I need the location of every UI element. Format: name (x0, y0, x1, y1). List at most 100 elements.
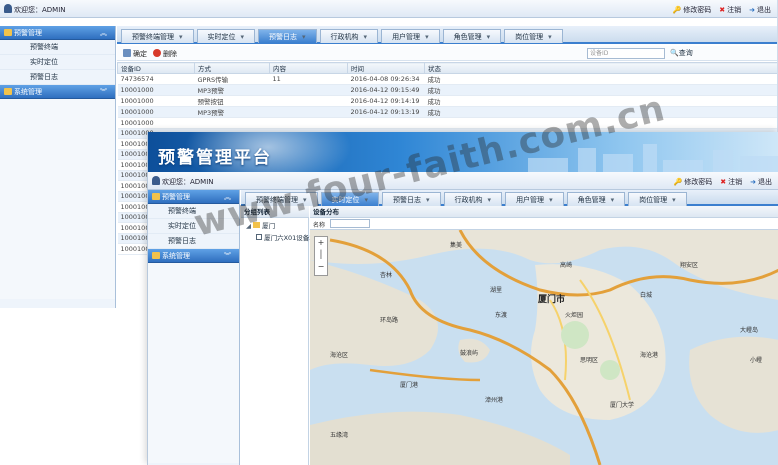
column-header[interactable]: 设备ID (117, 62, 195, 74)
map-label: 厦门港 (400, 382, 419, 389)
map-label: 漳州港 (485, 397, 504, 404)
logout-link[interactable]: ✖ 注销 (719, 5, 741, 15)
table-row[interactable]: 10001000 MP3预警 2016-04-12 09:15:49 成功 (117, 84, 777, 96)
table-cell (269, 106, 348, 118)
skyline (713, 150, 733, 172)
table-cell: 预警按钮 (194, 95, 270, 107)
skyline (663, 160, 703, 172)
xiamen-island (531, 264, 666, 420)
zoom-in-button[interactable]: + (315, 237, 327, 249)
map-label: 小嶝 (750, 357, 763, 364)
dropdown-icon: ▾ (363, 33, 368, 41)
park-area (600, 360, 620, 380)
tab-6[interactable]: 岗位管理 ▾ (504, 29, 563, 43)
close-icon: ✖ (720, 178, 727, 186)
map-label: 翔安区 (680, 262, 699, 269)
map-canvas (310, 230, 778, 465)
table-cell: MP3预警 (194, 84, 270, 96)
sidebar-item-terminal[interactable]: 预警终端 (0, 40, 115, 55)
chevron-up-icon: ︽ (100, 29, 107, 37)
table-cell: MP3预警 (194, 106, 270, 118)
table-row[interactable]: 10001000 (117, 117, 777, 129)
sidebar-group-system[interactable]: 系统管理 ︾ (148, 249, 239, 263)
map-label: 五缘湾 (330, 432, 349, 439)
sidebar-group-warning[interactable]: 预警管理 ︽ (0, 26, 115, 40)
column-header[interactable]: 内容 (269, 62, 348, 74)
map-label: 鼓浪屿 (460, 350, 479, 357)
key-icon: 🔑 (672, 6, 682, 14)
sidebar-item-location[interactable]: 实时定位 (0, 55, 115, 70)
tab-4[interactable]: 用户管理 ▾ (381, 29, 440, 43)
zoom-bar[interactable]: │ (315, 249, 327, 261)
column-header[interactable]: 方式 (194, 62, 270, 74)
group-tree: ◢ 厦门 厦门六X01设备23号 (241, 218, 324, 465)
map[interactable]: + │ − 厦门市 海沧区 集美 杏林 湖里 鼓浪屿 翔安区 大嶝岛 小嶝 东渡 高崎 火炬园 厦门大学 思明… (310, 230, 778, 465)
map-label: 高崎 (560, 262, 573, 269)
bridge-route (369, 368, 481, 382)
map-label: 厦门市 (538, 295, 566, 305)
confirm-button[interactable]: 确定 (123, 49, 147, 59)
column-header[interactable]: 状态 (424, 62, 777, 74)
tab-3[interactable]: 行政机构 ▾ (319, 29, 379, 43)
document-icon (123, 49, 131, 57)
user-icon (4, 4, 12, 13)
device-id-search-input[interactable]: 设备ID (587, 48, 665, 59)
zoom-out-button[interactable]: − (315, 261, 327, 273)
map-search-input[interactable] (330, 219, 370, 228)
search-button[interactable]: 🔍查询 (670, 48, 693, 58)
table-cell: 11 (269, 73, 348, 85)
dropdown-icon: ▾ (179, 33, 183, 41)
delete-icon (153, 49, 161, 57)
table-row[interactable]: 10001000 预警按钮 2016-04-12 09:14:19 成功 (117, 95, 777, 107)
sidebar-item-log[interactable]: 预警日志 (0, 70, 115, 85)
table-cell (194, 117, 270, 129)
map-label: 大嶝岛 (740, 327, 759, 334)
device-icon (256, 234, 262, 240)
sidebar-group-system[interactable]: 系统管理 ︾ (0, 85, 115, 99)
table-cell: 10001000 (117, 106, 195, 118)
chevron-down-icon: ︾ (224, 252, 231, 260)
dropdown-icon: ▾ (549, 196, 553, 204)
map-zoom-control[interactable]: + │ − (314, 236, 328, 276)
map-label: 海沧港 (640, 352, 659, 359)
tab-0[interactable]: 预警终端管理 ▾ (121, 29, 194, 43)
column-header[interactable]: 时间 (347, 62, 425, 74)
skyline (740, 156, 778, 172)
logout-link[interactable]: ✖ 注销 (720, 177, 742, 187)
tab-3[interactable]: 行政机构 ▾ (443, 192, 503, 206)
tab-5[interactable]: 角色管理 ▾ (566, 192, 626, 206)
exit-link[interactable]: ➜ 退出 (750, 177, 772, 187)
map-search-bar: 名称 (310, 218, 778, 230)
exit-link[interactable]: ➜ 退出 (749, 5, 771, 15)
change-password-link[interactable]: 🔑 修改密码 (674, 177, 713, 187)
map-label: 厦门大学 (610, 402, 635, 409)
south-land (310, 411, 570, 465)
table-cell: 2016-04-08 09:26:34 (347, 73, 425, 85)
close-icon: ✖ (719, 6, 726, 14)
dropdown-icon: ▾ (486, 33, 491, 41)
search-icon: 🔍 (670, 49, 679, 57)
table-cell (269, 84, 348, 96)
user-icon (152, 176, 160, 185)
tab-2[interactable]: 预警日志 ▾ (258, 29, 317, 43)
tab-4[interactable]: 用户管理 ▾ (505, 192, 564, 206)
tab-6[interactable]: 岗位管理 ▾ (628, 192, 687, 206)
tab-1[interactable]: 实时定位 ▾ (196, 29, 256, 43)
folder-icon (4, 29, 12, 36)
tab-5[interactable]: 角色管理 ▾ (442, 29, 502, 43)
tree-node-device[interactable]: 厦门六X01设备23号 (246, 232, 324, 242)
chevron-down-icon: ︾ (100, 88, 107, 96)
top-bar: 欢迎您：ADMIN 🔑 修改密码 ✖ 注销 ➜ 退出 (0, 0, 777, 18)
arrow-right-icon: ➜ (750, 178, 756, 186)
table-cell (269, 117, 348, 129)
folder-icon (4, 88, 12, 95)
table-cell: 10001000 (117, 117, 195, 129)
table-row[interactable]: 10001000 MP3预警 2016-04-12 09:13:19 成功 (117, 106, 777, 118)
delete-button[interactable]: 删除 (153, 49, 177, 59)
dropdown-icon: ▾ (487, 196, 492, 204)
change-password-link[interactable]: 🔑 修改密码 (673, 5, 712, 15)
map-label: 环岛路 (380, 317, 399, 324)
map-label: 火炬园 (565, 312, 584, 319)
table-cell: 74736574 (117, 73, 195, 85)
table-row[interactable]: 74736574 GPRS传输 11 2016-04-08 09:26:34 成功 (117, 73, 777, 85)
